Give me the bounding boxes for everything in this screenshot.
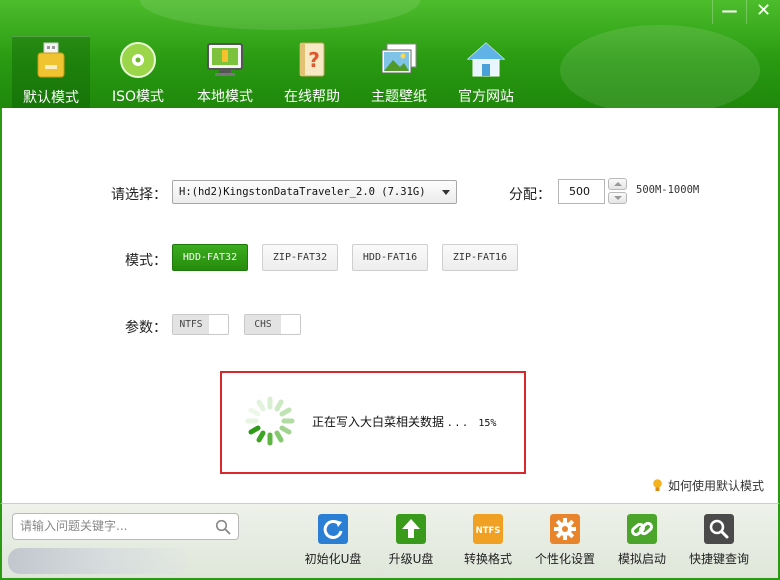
toggle-label: NTFS (173, 315, 209, 334)
monitor-icon (207, 43, 243, 76)
ntfs-toggle[interactable]: NTFS (172, 314, 229, 335)
device-select-label: 请选择： (111, 187, 167, 203)
alloc-range-hint: 500M-1000M (636, 184, 700, 196)
link-icon (627, 514, 657, 544)
nav-online-help[interactable]: ? 在线帮助 (273, 36, 351, 108)
search-key-icon (704, 514, 734, 544)
upgrade-arrow-icon (396, 514, 426, 544)
close-button[interactable]: ✕ (746, 0, 780, 24)
nav-default-mode[interactable]: 默认模式 (12, 36, 90, 108)
toggle-label: CHS (245, 315, 281, 334)
ntfs-icon: NTFS (473, 514, 503, 544)
home-icon (466, 42, 506, 77)
usb-drive-icon (37, 42, 65, 78)
alloc-size-input[interactable]: 500 (558, 179, 605, 204)
chs-toggle[interactable]: CHS (244, 314, 301, 335)
ntfs-icon-text: NTFS (476, 526, 501, 536)
nav-label: 在线帮助 (284, 89, 340, 105)
mode-hdd-fat32-button[interactable]: HDD-FAT32 (172, 244, 248, 271)
spin-down-button[interactable] (608, 192, 627, 204)
tool-label: 升级U盘 (388, 552, 434, 566)
tool-label: 模拟启动 (617, 552, 666, 566)
mode-label: 模式： (125, 253, 167, 269)
mode-zip-fat32-button[interactable]: ZIP-FAT32 (262, 244, 338, 271)
mode-hdd-fat16-button[interactable]: HDD-FAT16 (352, 244, 428, 271)
nav-label: 本地模式 (197, 89, 253, 105)
refresh-icon (318, 514, 348, 544)
blurred-area (8, 548, 188, 574)
alloc-label: 分配： (509, 187, 551, 203)
title-bar: — ✕ 默认模式 ISO模式 本地模式 ? 在线帮助 主题壁纸 官方网站 (0, 0, 780, 108)
loading-spinner-icon (245, 396, 295, 446)
nav-iso-mode[interactable]: ISO模式 (99, 36, 177, 108)
lightbulb-icon (653, 479, 662, 491)
help-book-icon: ? (299, 42, 325, 77)
progress-panel: 正在写入大白菜相关数据 . . . 15% (220, 371, 526, 474)
header-glow (560, 25, 760, 108)
convert-format-button[interactable]: NTFS 转换格式 (448, 514, 528, 574)
device-select[interactable]: H:(hd2)KingstonDataTraveler_2.0 (7.31G) (172, 180, 457, 204)
header-glow (140, 0, 420, 30)
progress-message: 正在写入大白菜相关数据 . . . (312, 415, 467, 429)
wallpaper-icon (381, 43, 417, 74)
arrow-down-icon (614, 196, 622, 200)
nav-theme-wallpaper[interactable]: 主题壁纸 (360, 36, 438, 108)
tool-label: 转换格式 (463, 552, 512, 566)
help-link-text: 如何使用默认模式 (668, 479, 765, 493)
upgrade-usb-button[interactable]: 升级U盘 (371, 514, 451, 574)
progress-percent: 15% (478, 418, 497, 429)
svg-text:?: ? (308, 48, 320, 72)
device-select-value: H:(hd2)KingstonDataTraveler_2.0 (7.31G) (179, 186, 426, 198)
simulate-boot-button[interactable]: 模拟启动 (602, 514, 682, 574)
search-input[interactable]: 请输入问题关键字... (12, 513, 239, 540)
mode-zip-fat16-button[interactable]: ZIP-FAT16 (442, 244, 518, 271)
arrow-up-icon (614, 182, 622, 186)
nav-label: 默认模式 (23, 90, 79, 106)
init-usb-button[interactable]: 初始化U盘 (293, 514, 373, 574)
disc-icon (120, 42, 156, 78)
hotkey-query-button[interactable]: 快捷键查询 (679, 514, 759, 574)
spin-up-button[interactable] (608, 178, 627, 190)
gear-icon (550, 514, 580, 544)
search-icon[interactable] (215, 519, 231, 535)
help-link[interactable]: 如何使用默认模式 (652, 477, 764, 494)
tool-label: 快捷键查询 (688, 552, 749, 566)
dropdown-caret-icon (442, 190, 450, 195)
search-placeholder: 请输入问题关键字... (20, 519, 128, 533)
tool-label: 初始化U盘 (304, 552, 362, 566)
minimize-button[interactable]: — (712, 0, 746, 24)
tool-label: 个性化设置 (534, 552, 595, 566)
nav-official-website[interactable]: 官方网站 (447, 36, 525, 108)
nav-local-mode[interactable]: 本地模式 (186, 36, 264, 108)
params-label: 参数： (125, 320, 167, 336)
nav-label: 官方网站 (458, 89, 514, 105)
nav-label: ISO模式 (111, 89, 165, 105)
personalize-button[interactable]: 个性化设置 (525, 514, 605, 574)
progress-status: 正在写入大白菜相关数据 . . . 15% (312, 413, 496, 430)
nav-label: 主题壁纸 (371, 89, 427, 105)
